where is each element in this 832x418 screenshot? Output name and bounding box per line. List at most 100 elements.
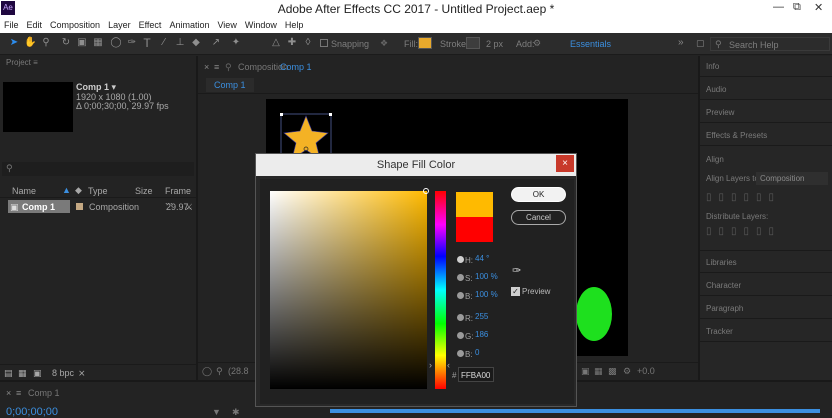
column-name[interactable]: Name — [12, 186, 36, 196]
roto-brush-tool-icon[interactable]: ↗ — [210, 37, 222, 49]
hue-slider[interactable] — [435, 191, 446, 389]
eyedropper-icon[interactable]: ✑ — [512, 264, 521, 277]
menu-layer[interactable]: Layer — [104, 18, 135, 30]
composition-panel-comp-link[interactable]: Comp 1 — [280, 62, 312, 72]
restore-icon[interactable]: ⧉ — [793, 1, 801, 14]
hex-input[interactable]: FFBA00 — [458, 367, 494, 382]
pan-behind-tool-icon[interactable]: ▦ — [92, 37, 104, 49]
search-help-field[interactable]: ⚲ Search Help — [710, 37, 830, 51]
original-color-swatch[interactable] — [456, 217, 493, 242]
sort-asc-icon[interactable]: ▲ — [62, 185, 71, 195]
puppet-tool-icon[interactable]: ✦ — [230, 37, 242, 49]
always-preview-icon[interactable]: ◯ — [202, 366, 212, 377]
hue-radio[interactable] — [457, 256, 464, 263]
project-panel-title[interactable]: Project — [6, 58, 31, 67]
hue-value[interactable]: 44 ° — [475, 254, 489, 263]
saturation-brightness-field[interactable] — [270, 191, 427, 389]
label-tag-icon[interactable]: ◆ — [75, 185, 82, 196]
align-buttons-row[interactable]: ▯▯▯▯▯▯ — [706, 192, 781, 203]
green-radio[interactable] — [457, 332, 464, 339]
snap-options-icon[interactable]: ❖ — [380, 38, 388, 49]
sync-settings-icon[interactable]: ▢ — [696, 38, 705, 49]
new-comp-icon[interactable]: ▣ — [33, 368, 42, 379]
flowchart-icon[interactable]: ⚔ — [185, 202, 193, 213]
eraser-tool-icon[interactable]: ◆ — [190, 37, 202, 49]
stroke-width-value[interactable]: 2 px — [486, 39, 503, 49]
current-time-display[interactable]: 0;00;00;00 — [6, 406, 58, 418]
paragraph-panel-tab[interactable]: Paragraph — [706, 304, 743, 313]
audio-panel-tab[interactable]: Audio — [706, 85, 726, 94]
saturation-value[interactable]: 100 % — [475, 272, 498, 281]
preview-checkbox[interactable]: ✓ — [511, 287, 520, 296]
more-workspaces-icon[interactable]: » — [678, 37, 684, 48]
clone-stamp-tool-icon[interactable]: ⊥ — [174, 37, 186, 49]
tracker-panel-tab[interactable]: Tracker — [706, 327, 733, 336]
draft-3d-icon[interactable]: ▣ — [581, 366, 590, 377]
column-size[interactable]: Size — [135, 186, 153, 196]
minimize-icon[interactable]: — — [773, 1, 784, 13]
saturation-radio[interactable] — [457, 274, 464, 281]
preview-panel-tab[interactable]: Preview — [706, 108, 734, 117]
bit-depth-button[interactable]: 8 bpc — [52, 368, 74, 378]
align-panel-tab[interactable]: Align — [706, 155, 724, 164]
hand-tool-icon[interactable]: ✋ — [24, 37, 36, 49]
blue-radio[interactable] — [457, 350, 464, 357]
hue-slider-right-arrow[interactable]: ‹ — [447, 360, 450, 370]
close-window-icon[interactable]: ✕ — [814, 1, 823, 14]
align-to-dropdown[interactable]: Composition — [756, 172, 828, 185]
new-folder-icon[interactable]: ▦ — [18, 368, 27, 379]
mask-tool-icon[interactable]: ◯ — [110, 37, 122, 49]
snapping-checkbox[interactable] — [320, 39, 328, 47]
brush-tool-icon[interactable]: ⁄ — [158, 37, 170, 49]
local-axis-icon[interactable]: △ — [270, 37, 282, 49]
red-value[interactable]: 255 — [475, 312, 488, 321]
delete-trash-icon[interactable]: ⨯ — [78, 368, 86, 379]
menu-window[interactable]: Window — [241, 18, 281, 30]
exposure-icon[interactable]: ⚙ — [623, 366, 631, 377]
close-timeline-icon[interactable]: × — [6, 388, 11, 398]
menu-help[interactable]: Help — [281, 18, 308, 30]
brightness-radio[interactable] — [457, 292, 464, 299]
libraries-panel-tab[interactable]: Libraries — [706, 258, 737, 267]
add-property-icon[interactable]: ⚙ — [533, 38, 541, 49]
character-panel-tab[interactable]: Character — [706, 281, 741, 290]
pen-tool-icon[interactable]: ✑ — [126, 37, 138, 49]
interpret-footage-icon[interactable]: ▤ — [4, 368, 13, 379]
green-ellipse-layer[interactable] — [576, 287, 612, 341]
lock-icon[interactable]: ⚲ — [225, 62, 232, 73]
zoom-value[interactable]: (28.8 — [228, 366, 249, 376]
timeline-tab[interactable]: Comp 1 — [28, 388, 60, 398]
effects-presets-panel-tab[interactable]: Effects & Presets — [706, 131, 767, 140]
close-panel-icon[interactable]: × — [204, 62, 209, 72]
motion-blur-icon[interactable]: ✱ — [232, 407, 240, 418]
workspace-essentials[interactable]: Essentials — [570, 39, 611, 49]
green-value[interactable]: 186 — [475, 330, 488, 339]
panel-menu-icon[interactable]: ≡ — [33, 58, 38, 67]
menu-effect[interactable]: Effect — [135, 18, 166, 30]
camera-tool-icon[interactable]: ▣ — [76, 37, 88, 49]
zoom-tool-icon[interactable]: ⚲ — [40, 37, 52, 49]
red-radio[interactable] — [457, 314, 464, 321]
timeline-menu-icon[interactable]: ≡ — [16, 388, 21, 398]
comp-viewer-tab[interactable]: Comp 1 — [206, 78, 254, 92]
exposure-value[interactable]: +0.0 — [637, 366, 655, 376]
blue-value[interactable]: 0 — [475, 348, 479, 357]
menu-composition[interactable]: Composition — [46, 18, 104, 30]
menu-animation[interactable]: Animation — [165, 18, 213, 30]
panel-menu-icon[interactable]: ≡ — [214, 62, 219, 72]
world-axis-icon[interactable]: ✚ — [286, 37, 298, 49]
color-field-cursor[interactable] — [423, 188, 429, 194]
menu-file[interactable]: File — [0, 18, 23, 30]
stroke-color-swatch[interactable] — [466, 37, 480, 49]
selection-tool-icon[interactable]: ➤ — [8, 37, 20, 49]
work-area-bar[interactable] — [330, 409, 820, 413]
menu-view[interactable]: View — [213, 18, 240, 30]
info-panel-tab[interactable]: Info — [706, 62, 719, 71]
type-tool-icon[interactable]: T — [141, 37, 153, 49]
hue-slider-left-arrow[interactable]: › — [429, 360, 432, 370]
menu-edit[interactable]: Edit — [23, 18, 47, 30]
magnification-icon[interactable]: ⚲ — [216, 366, 223, 377]
fill-color-swatch[interactable] — [418, 37, 432, 49]
row-label-color[interactable] — [76, 203, 83, 210]
dialog-close-button[interactable]: × — [556, 155, 574, 172]
